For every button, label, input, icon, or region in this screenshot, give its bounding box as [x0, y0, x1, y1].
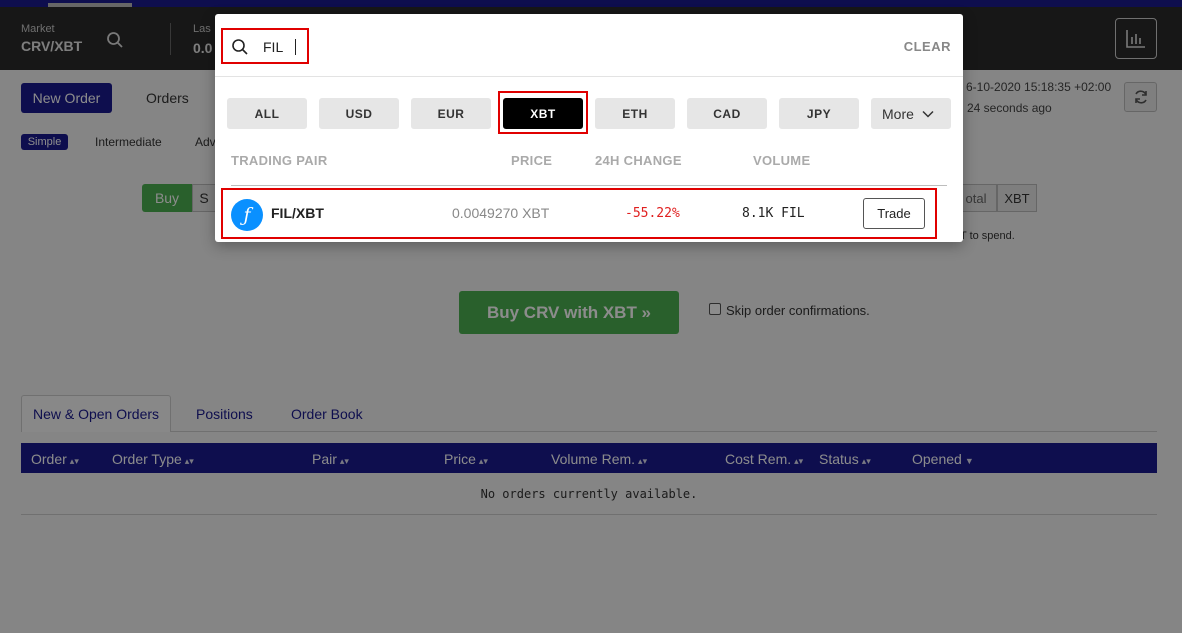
active-filter-highlight — [498, 91, 588, 134]
result-pair[interactable]: FIL/XBT — [271, 205, 324, 221]
result-volume: 8.1K FIL — [742, 206, 805, 221]
text-cursor — [295, 39, 296, 55]
col-trading-pair: TRADING PAIR — [231, 153, 328, 168]
filter-cad[interactable]: CAD — [687, 98, 767, 129]
filter-eth[interactable]: ETH — [595, 98, 675, 129]
pair-search-box[interactable] — [221, 28, 309, 64]
filter-all[interactable]: ALL — [227, 98, 307, 129]
search-divider — [215, 76, 963, 77]
filter-jpy[interactable]: JPY — [779, 98, 859, 129]
filter-more-dropdown[interactable]: More — [871, 98, 951, 129]
search-icon — [232, 39, 248, 55]
trade-button[interactable]: Trade — [863, 198, 925, 229]
pair-search-input[interactable] — [263, 37, 307, 57]
filecoin-icon: ƒ — [231, 199, 263, 231]
more-label: More — [882, 105, 914, 122]
result-price: 0.0049270 XBT — [452, 205, 550, 221]
columns-divider — [231, 185, 947, 186]
col-24h-change: 24H CHANGE — [595, 153, 682, 168]
pair-search-dropdown: CLEAR ALL USD EUR XBT ETH CAD JPY More T… — [215, 14, 963, 242]
result-24h-change: -55.22% — [625, 206, 680, 221]
chevron-down-icon — [922, 110, 934, 118]
filter-usd[interactable]: USD — [319, 98, 399, 129]
col-price: PRICE — [511, 153, 553, 168]
clear-search-button[interactable]: CLEAR — [904, 39, 951, 54]
filter-eur[interactable]: EUR — [411, 98, 491, 129]
result-row-highlight[interactable] — [221, 188, 937, 239]
col-volume: VOLUME — [753, 153, 811, 168]
